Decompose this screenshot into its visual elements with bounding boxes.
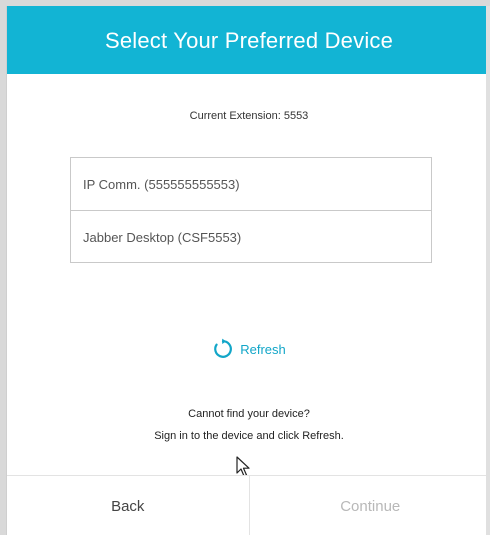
refresh-icon bbox=[214, 338, 233, 358]
current-extension: Current Extension: 5553 bbox=[189, 110, 309, 122]
dialog-title: Select Your Preferred Device bbox=[104, 28, 394, 53]
dialog-footer: Back Continue bbox=[7, 475, 490, 535]
device-item-ip-comm[interactable]: IP Comm. (555555555553) bbox=[71, 158, 431, 210]
dialog-header: Select Your Preferred Device bbox=[7, 6, 490, 74]
help-line-2: Sign in to the device and click Refresh. bbox=[154, 430, 344, 442]
help-text: Cannot find your device? Sign in to the … bbox=[7, 403, 490, 447]
device-selection-dialog: Select Your Preferred Device Current Ext… bbox=[6, 6, 490, 535]
continue-button[interactable]: Continue bbox=[250, 476, 490, 535]
device-item-jabber-desktop[interactable]: Jabber Desktop (CSF5553) bbox=[71, 210, 431, 263]
window-edge bbox=[486, 6, 490, 535]
back-button[interactable]: Back bbox=[7, 476, 250, 535]
help-line-1: Cannot find your device? bbox=[188, 408, 310, 420]
refresh-button[interactable]: Refresh bbox=[7, 338, 490, 360]
refresh-label: Refresh bbox=[240, 341, 286, 357]
device-list: IP Comm. (555555555553) Jabber Desktop (… bbox=[70, 157, 432, 263]
